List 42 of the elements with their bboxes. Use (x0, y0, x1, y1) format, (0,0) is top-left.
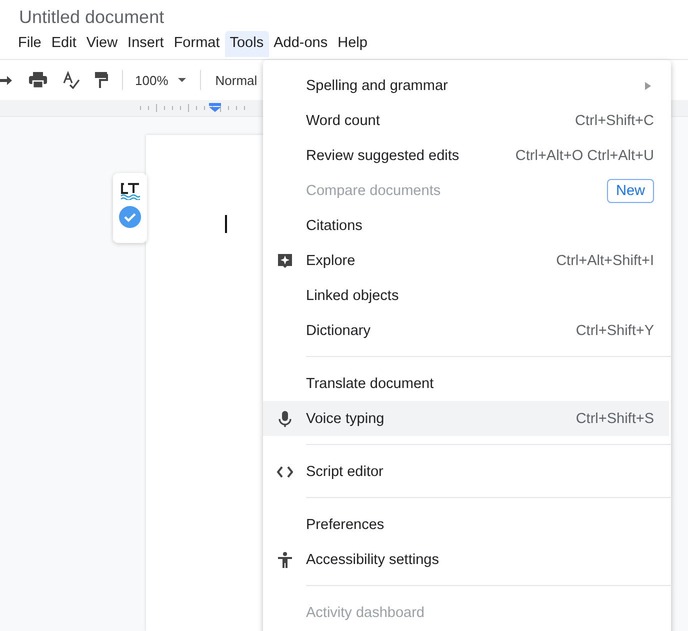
menu-item[interactable]: Citations (263, 208, 671, 243)
new-badge: New (606, 178, 654, 202)
menu-item[interactable]: Voice typing Ctrl+Shift+S (263, 401, 669, 436)
code-icon (276, 464, 292, 480)
paint-roller-icon[interactable] (94, 71, 108, 89)
shortcut-text: Ctrl+Alt+O Ctrl+Alt+U (515, 148, 654, 164)
menu-item[interactable]: Translate document (263, 366, 671, 401)
menu-bar-item[interactable]: Edit (46, 31, 82, 57)
menu-item[interactable]: Preferences (263, 507, 671, 542)
indent-marker-icon[interactable] (209, 103, 221, 112)
spellcheck-icon[interactable] (62, 71, 80, 89)
menu-item[interactable]: Dictionary Ctrl+Shift+Y (263, 313, 671, 348)
menu-item[interactable]: Explore Ctrl+Alt+Shift+I (263, 243, 671, 278)
shortcut-text: Ctrl+Shift+Y (576, 322, 654, 338)
print-icon[interactable] (28, 71, 48, 89)
check-circle-icon[interactable] (119, 206, 141, 228)
menu-bar-item[interactable]: Add-ons (268, 31, 333, 57)
caret-icon (178, 78, 186, 82)
menu-item[interactable]: Word count Ctrl+Shift+C (263, 103, 671, 138)
menu-bar-item[interactable]: Help (332, 31, 372, 57)
menu-bar-item[interactable]: Tools (224, 31, 269, 57)
shortcut-text: Ctrl+Alt+Shift+I (556, 252, 654, 268)
shortcut-text: Ctrl+Shift+S (576, 410, 654, 426)
accessibility-icon (276, 552, 292, 568)
style-dropdown[interactable]: Normal (215, 72, 258, 88)
menu-bar-item[interactable]: File (13, 31, 46, 57)
submenu-arrow-icon (645, 82, 651, 90)
menu-bar-item[interactable]: Insert (122, 31, 169, 57)
explore-icon (276, 252, 292, 268)
microphone-icon (276, 410, 292, 426)
text-cursor (225, 215, 227, 233)
document-title[interactable]: Untitled document (19, 5, 164, 29)
menu-bar-item[interactable]: Format (168, 31, 225, 57)
menu-item[interactable]: Accessibility settings (263, 542, 671, 577)
menu-bar-item[interactable]: View (81, 31, 123, 57)
zoom-dropdown[interactable]: 100% (135, 72, 186, 88)
menu-item[interactable]: Linked objects (263, 278, 671, 313)
menu-item[interactable]: Review suggested edits Ctrl+Alt+O Ctrl+Alt+U (263, 138, 671, 173)
menu-item[interactable]: Spelling and grammar (263, 68, 671, 103)
menu-item[interactable]: Script editor (263, 454, 671, 489)
shortcut-text: Ctrl+Shift+C (575, 112, 654, 128)
language-tool-icon[interactable] (120, 183, 140, 200)
